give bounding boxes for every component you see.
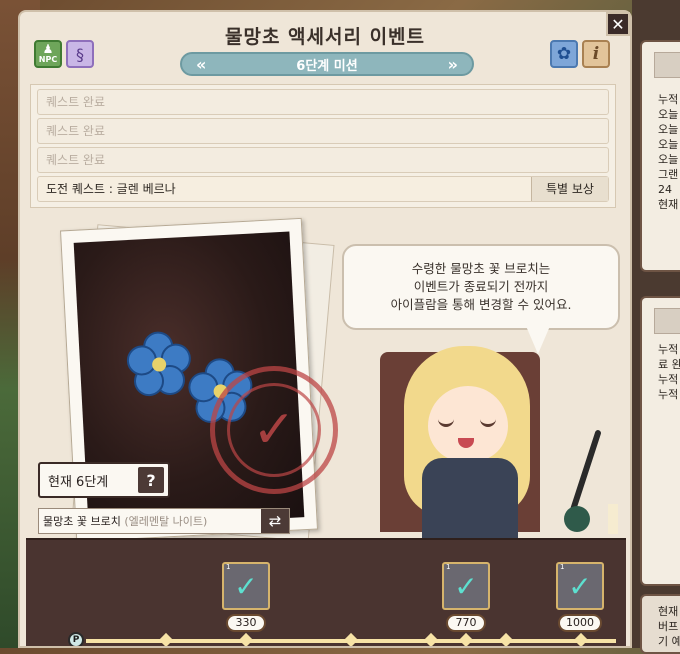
progress-marker — [238, 632, 254, 646]
reward-box[interactable]: 1 ✓ — [222, 562, 270, 610]
selected-reward-field: 물망초 꽃 브로치 (엘레멘탈 나이트) ⇄ — [38, 508, 290, 534]
dialogue-line: 이벤트가 종료되기 전까지 — [413, 279, 549, 294]
side-panel-tab[interactable] — [654, 308, 680, 334]
npc-button[interactable]: ♟ NPC — [34, 40, 62, 68]
flower-icon-button[interactable]: ✿ — [550, 40, 578, 68]
mission-selector: « 6단계 미션 » — [180, 52, 474, 76]
reward-name: 물망초 꽃 브로치 — [43, 515, 121, 528]
progress-marker — [423, 632, 439, 646]
npc-icon: ♟ — [42, 42, 54, 56]
challenge-quest-label: 도전 퀘스트 : 글렌 베르나 — [46, 182, 176, 196]
side-text: 누적 — [658, 93, 679, 106]
progress-marker — [343, 632, 359, 646]
flower-icon: ✿ — [556, 44, 572, 64]
reward-count: 1 — [226, 563, 231, 571]
mission-label: 6단계 미션 — [296, 58, 358, 74]
current-stage-box: 현재 6단계 ? — [38, 462, 170, 498]
event-scene: ✓ 현재 6단계 ? 물망초 꽃 브로치 (엘레멘탈 나이트) ⇄ 수령한 물망… — [24, 217, 628, 543]
reward-box[interactable]: 1 ✓ — [556, 562, 604, 610]
side-text: 현재 — [658, 198, 679, 211]
side-info-panel-bottom: 현재 버프 기 예 — [640, 594, 680, 654]
selected-reward-text: 물망초 꽃 브로치 (엘레멘탈 나이트) — [39, 513, 207, 529]
prev-mission-arrow[interactable]: « — [196, 55, 206, 74]
side-text: 오늘 — [658, 123, 679, 136]
window-title: 물망초 액세서리 이벤트 — [224, 26, 426, 48]
side-text: 기 예 — [658, 635, 680, 648]
side-text: 오늘 — [658, 138, 679, 151]
progress-marker — [458, 632, 474, 646]
event-window: 물망초 액세서리 이벤트 ♟ NPC § « 6단계 미션 » ✿ i 퀘스트 … — [18, 10, 632, 648]
quest-list: 퀘스트 완료 퀘스트 완료 퀘스트 완료 도전 퀘스트 : 글렌 베르나 특별 … — [30, 84, 616, 208]
reward-score: 1000 — [558, 614, 602, 632]
quest-row-completed: 퀘스트 완료 — [37, 118, 609, 144]
progress-marker — [498, 632, 514, 646]
side-text: 오늘 — [658, 153, 679, 166]
side-text: 버프 — [658, 620, 679, 633]
reward-check-icon: ✓ — [234, 569, 258, 603]
reward-count: 1 — [446, 563, 451, 571]
side-text: 료 완 — [658, 358, 680, 371]
quill-icon-button[interactable]: § — [66, 40, 94, 68]
help-button[interactable]: ? — [138, 467, 164, 493]
speech-bubble: 수령한 물망초 꽃 브로치는 이벤트가 종료되기 전까지 아이플람을 통해 변경… — [342, 244, 620, 330]
candle — [608, 504, 618, 534]
reward-check-icon: ✓ — [568, 569, 592, 603]
reward-class: (엘레멘탈 나이트) — [124, 515, 208, 528]
progress-start-badge: P — [68, 632, 84, 646]
dialogue-line: 수령한 물망초 꽃 브로치는 — [411, 261, 551, 276]
side-text: 24 — [658, 183, 672, 196]
speech-bubble-tail — [526, 326, 550, 354]
side-info-panel-top: 누적 오늘 오늘 오늘 오늘 그랜 24 현재 — [640, 40, 680, 272]
reward-check-icon: ✓ — [454, 569, 478, 603]
progress-marker — [158, 632, 174, 646]
ink-pot — [564, 506, 590, 532]
reward-box[interactable]: 1 ✓ — [442, 562, 490, 610]
side-info-panel-middle: 누적 료 완 누적 누적 — [640, 296, 680, 586]
progress-marker — [573, 632, 589, 646]
special-reward-button[interactable]: 특별 보상 — [531, 177, 608, 201]
side-text: 누적 — [658, 343, 679, 356]
npc-character-body — [422, 458, 518, 538]
progress-area: 1 ✓ 330 1 ✓ 770 1 ✓ 1000 P — [26, 538, 626, 646]
dialogue-line: 아이플람을 통해 변경할 수 있어요. — [390, 297, 572, 312]
close-button[interactable]: ✕ — [606, 12, 630, 36]
quest-row-challenge[interactable]: 도전 퀘스트 : 글렌 베르나 특별 보상 — [37, 176, 609, 202]
side-text: 오늘 — [658, 108, 679, 121]
side-text: 현재 — [658, 605, 679, 618]
reward-score: 770 — [446, 614, 486, 632]
quill-pen — [568, 429, 602, 517]
completion-stamp: ✓ — [210, 366, 338, 494]
info-icon: i — [592, 44, 600, 64]
side-text: 그랜 — [658, 168, 679, 181]
side-text: 누적 — [658, 373, 679, 386]
side-panel-tab[interactable] — [654, 52, 680, 78]
info-button[interactable]: i — [582, 40, 610, 68]
swap-reward-button[interactable]: ⇄ — [261, 509, 289, 533]
quest-row-completed: 퀘스트 완료 — [37, 89, 609, 115]
quill-icon: § — [76, 44, 84, 64]
next-mission-arrow[interactable]: » — [448, 55, 458, 74]
quest-row-completed: 퀘스트 완료 — [37, 147, 609, 173]
reward-count: 1 — [560, 563, 565, 571]
npc-label: NPC — [38, 55, 58, 64]
side-text: 누적 — [658, 388, 679, 401]
current-stage-label: 현재 6단계 — [48, 474, 109, 490]
reward-score: 330 — [226, 614, 266, 632]
checkmark-icon: ✓ — [227, 383, 321, 477]
